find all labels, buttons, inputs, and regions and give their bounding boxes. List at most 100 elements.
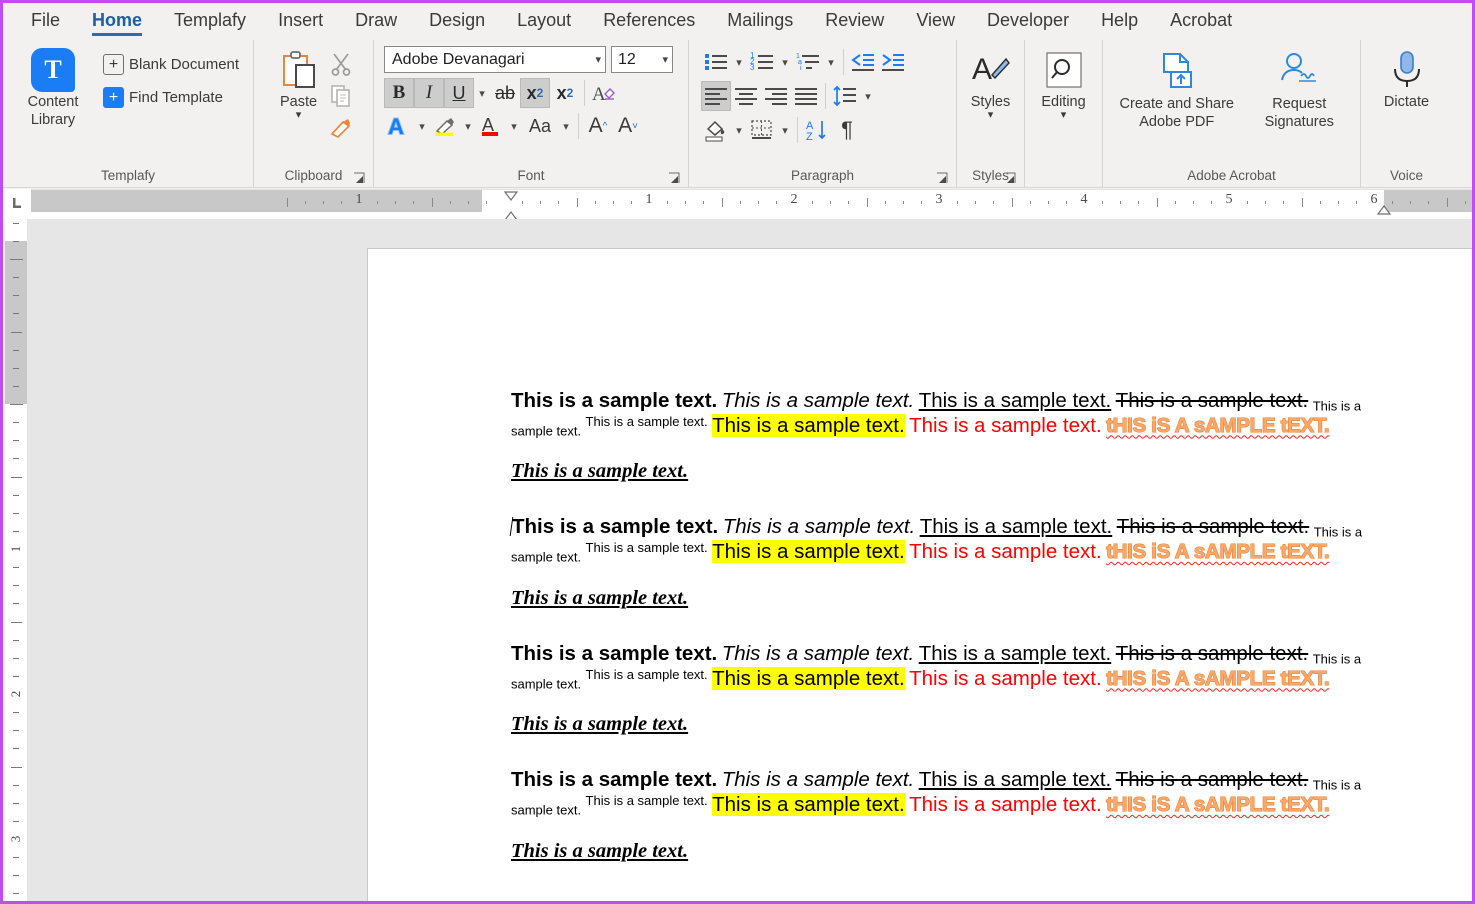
paragraph-line[interactable]: This is a sample text. This is a sample … <box>511 389 1444 414</box>
decrease-indent-button[interactable] <box>848 47 878 77</box>
hanging-indent-marker[interactable] <box>503 209 519 221</box>
tab-mailings[interactable]: Mailings <box>711 6 809 37</box>
paragraph-line[interactable]: This is a sample text. This is a sample … <box>511 642 1444 667</box>
tab-home[interactable]: Home <box>76 6 158 37</box>
highlight-chevron-down-icon[interactable]: ▾ <box>460 111 476 141</box>
request-signatures-button[interactable]: Request Signatures <box>1247 45 1351 131</box>
paragraph-line[interactable]: sample text. This is a sample text. This… <box>511 540 1444 565</box>
cut-button[interactable] <box>326 49 356 79</box>
shading-button[interactable] <box>701 115 731 145</box>
highlight-button[interactable] <box>430 111 460 141</box>
document-paragraph[interactable]: This is a sample text. This is a sample … <box>509 515 1444 641</box>
font-name-combobox[interactable]: Adobe Devanagari ▾ <box>384 46 606 73</box>
justify-button[interactable] <box>791 81 821 111</box>
find-template-button[interactable]: + Find Template <box>99 85 243 110</box>
shrink-font-button[interactable]: A ˅ <box>613 111 643 141</box>
clipboard-dialog-launcher[interactable] <box>352 172 365 185</box>
content-library-button[interactable]: T Content Library <box>15 43 91 129</box>
tab-insert[interactable]: Insert <box>262 6 339 37</box>
document-body[interactable]: This is a sample text. This is a sample … <box>509 389 1444 895</box>
tab-layout[interactable]: Layout <box>501 6 587 37</box>
document-heading[interactable]: This is a sample text. <box>511 587 1444 610</box>
tab-templafy[interactable]: Templafy <box>158 6 262 37</box>
tab-help[interactable]: Help <box>1085 6 1154 37</box>
create-and-share-adobe-pdf-button[interactable]: Create and Share Adobe PDF <box>1112 45 1242 131</box>
font-size-combobox[interactable]: 12 ▾ <box>611 46 673 73</box>
document-canvas[interactable]: This is a sample text. This is a sample … <box>27 219 1472 901</box>
document-heading[interactable]: This is a sample text. <box>511 460 1444 483</box>
editing-chevron-down-icon[interactable]: ▾ <box>1061 110 1067 121</box>
tab-acrobat[interactable]: Acrobat <box>1154 6 1248 37</box>
align-right-button[interactable] <box>761 81 791 111</box>
bullets-button[interactable] <box>701 47 731 77</box>
align-left-button[interactable] <box>701 81 731 111</box>
styles-button[interactable]: A Styles ▾ <box>963 43 1018 121</box>
format-painter-button[interactable] <box>326 113 356 143</box>
multilevel-list-button[interactable]: 1 a i <box>793 47 823 77</box>
document-paragraph[interactable]: This is a sample text. This is a sample … <box>511 389 1444 515</box>
tab-design[interactable]: Design <box>413 6 501 37</box>
show-formatting-marks-button[interactable]: ¶ <box>832 115 862 145</box>
font-size-chevron-down-icon[interactable]: ▾ <box>662 53 668 66</box>
multilevel-list-chevron-down-icon[interactable]: ▾ <box>823 47 839 77</box>
paragraph-line[interactable]: This is a sample text. This is a sample … <box>509 515 1444 540</box>
underline-chevron-down-icon[interactable]: ▾ <box>474 78 490 108</box>
text-effects-chevron-down-icon[interactable]: ▾ <box>414 111 430 141</box>
vertical-ruler[interactable]: 1 2 3 <box>5 219 27 901</box>
font-name-chevron-down-icon[interactable]: ▾ <box>595 53 601 66</box>
bold-button[interactable]: B <box>384 78 414 108</box>
strikethrough-button[interactable]: ab <box>490 78 520 108</box>
dictate-button[interactable]: Dictate <box>1372 43 1442 111</box>
blank-document-button[interactable]: + Blank Document <box>99 52 243 77</box>
paragraph-line[interactable]: sample text. This is a sample text. This… <box>511 413 1444 439</box>
change-case-chevron-down-icon[interactable]: ▾ <box>558 111 574 141</box>
text-effects-button[interactable]: A <box>384 111 414 141</box>
tab-file[interactable]: File <box>15 6 76 37</box>
tab-review[interactable]: Review <box>809 6 900 37</box>
font-color-chevron-down-icon[interactable]: ▾ <box>506 111 522 141</box>
numbering-button[interactable]: 1 2 3 <box>747 47 777 77</box>
document-paragraph[interactable]: This is a sample text. This is a sample … <box>511 768 1444 894</box>
paragraph-line[interactable]: sample text. This is a sample text. This… <box>511 666 1444 692</box>
italic-button[interactable]: I <box>414 78 444 108</box>
numbering-chevron-down-icon[interactable]: ▾ <box>777 47 793 77</box>
clear-formatting-button[interactable]: A <box>589 78 619 108</box>
subscript-button[interactable]: x2 <box>520 78 550 108</box>
first-line-indent-marker[interactable] <box>503 189 519 201</box>
line-spacing-chevron-down-icon[interactable]: ▾ <box>860 81 876 111</box>
right-indent-marker[interactable] <box>1376 203 1392 215</box>
bullets-chevron-down-icon[interactable]: ▾ <box>731 47 747 77</box>
change-case-button[interactable]: Aa <box>522 111 558 141</box>
tab-draw[interactable]: Draw <box>339 6 413 37</box>
align-center-button[interactable] <box>731 81 761 111</box>
increase-indent-button[interactable] <box>878 47 908 77</box>
editing-button[interactable]: Editing ▾ <box>1031 43 1096 121</box>
borders-chevron-down-icon[interactable]: ▾ <box>777 115 793 145</box>
horizontal-ruler[interactable]: 1123456 <box>31 189 1472 221</box>
borders-button[interactable] <box>747 115 777 145</box>
line-spacing-button[interactable] <box>830 81 860 111</box>
styles-chevron-down-icon[interactable]: ▾ <box>988 110 994 121</box>
sort-button[interactable]: A Z <box>802 115 832 145</box>
paste-chevron-down-icon[interactable]: ▾ <box>296 110 302 121</box>
document-page[interactable]: This is a sample text. This is a sample … <box>367 248 1472 901</box>
styles-dialog-launcher[interactable] <box>1003 172 1016 185</box>
paragraph-line[interactable]: This is a sample text. This is a sample … <box>511 768 1444 793</box>
tab-references[interactable]: References <box>587 6 711 37</box>
tab-view[interactable]: View <box>900 6 971 37</box>
underline-button[interactable]: U <box>444 78 474 108</box>
font-dialog-launcher[interactable] <box>667 172 680 185</box>
grow-font-button[interactable]: A ^ <box>583 111 613 141</box>
tab-stop-selector[interactable] <box>3 189 31 219</box>
paste-button[interactable]: Paste ▾ <box>272 43 326 121</box>
copy-button[interactable] <box>326 81 356 111</box>
document-heading[interactable]: This is a sample text. <box>511 840 1444 863</box>
paragraph-dialog-launcher[interactable] <box>935 172 948 185</box>
document-paragraph[interactable]: This is a sample text. This is a sample … <box>511 642 1444 768</box>
paragraph-line[interactable]: sample text. This is a sample text. This… <box>511 792 1444 818</box>
superscript-button[interactable]: x2 <box>550 78 580 108</box>
font-color-button[interactable]: A <box>476 111 506 141</box>
document-heading[interactable]: This is a sample text. <box>511 713 1444 736</box>
tab-developer[interactable]: Developer <box>971 6 1085 37</box>
shading-chevron-down-icon[interactable]: ▾ <box>731 115 747 145</box>
